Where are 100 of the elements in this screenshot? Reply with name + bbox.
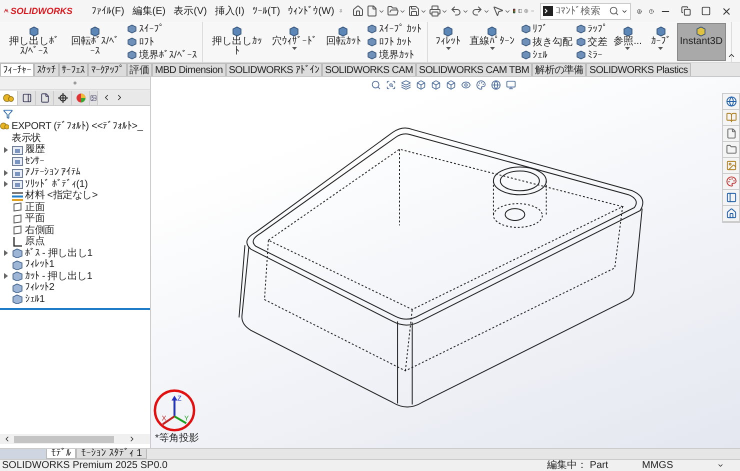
- pointer-icon[interactable]: [492, 5, 504, 17]
- tab[interactable]: SOLIDWORKS Plastics: [586, 63, 691, 76]
- undo-icon[interactable]: [450, 5, 462, 17]
- menu-item[interactable]: ﾌｧｲﾙ(F): [88, 4, 128, 18]
- tree-item[interactable]: 平面: [25, 213, 45, 224]
- caret-icon[interactable]: [378, 8, 386, 14]
- caret-icon[interactable]: [483, 8, 490, 14]
- search-field[interactable]: ｺﾏﾝﾄﾞ検索: [555, 6, 608, 16]
- scroll-right-icon[interactable]: [115, 93, 124, 102]
- config-tab[interactable]: [36, 90, 54, 104]
- tree-item[interactable]: ﾎﾞｽ - 押し出し1: [25, 248, 92, 259]
- ribbon-button[interactable]: Instant3D: [676, 23, 726, 61]
- ribbon-button[interactable]: 押し出しﾎﾞｽ/ﾍﾞｰｽ: [5, 23, 63, 61]
- task-pane-button[interactable]: [723, 94, 739, 110]
- ribbon-button[interactable]: 穴ｳｨｻﾞｰﾄﾞ: [268, 23, 320, 61]
- task-pane-button[interactable]: [723, 206, 739, 222]
- monitor-icon[interactable]: [506, 80, 516, 90]
- tree-item[interactable]: ﾌｨﾚｯﾄ1: [25, 259, 54, 270]
- tab[interactable]: SOLIDWORKS CAM: [322, 63, 416, 76]
- tree-item[interactable]: ｿﾘｯﾄﾞ ﾎﾞﾃﾞｨ(1): [25, 178, 88, 190]
- scroll-left-icon[interactable]: [102, 93, 111, 102]
- tab[interactable]: MBD Dimension: [152, 63, 226, 76]
- tab[interactable]: 評価: [126, 63, 152, 76]
- scrollbar-thumb[interactable]: [14, 436, 114, 442]
- tab[interactable]: ｽｹｯﾁ: [34, 63, 59, 76]
- tree-item[interactable]: ﾌｨﾚｯﾄ2: [25, 282, 54, 294]
- open-folder-icon[interactable]: [387, 5, 400, 17]
- tree-item[interactable]: ｶｯﾄ - 押し出し1: [25, 270, 92, 282]
- tab[interactable]: ﾓﾃﾞﾙ: [46, 449, 76, 459]
- menu-item[interactable]: 編集(E): [129, 3, 169, 19]
- ribbon-button[interactable]: ﾌｨﾚｯﾄ: [432, 23, 464, 61]
- task-pane-button[interactable]: [723, 174, 739, 190]
- display-tab[interactable]: [90, 90, 98, 104]
- ribbon-button[interactable]: 境界ｶｯﾄ: [366, 49, 422, 61]
- tab[interactable]: ﾏｰｸｱｯﾌﾟ: [88, 63, 127, 76]
- tree-item[interactable]: 材料 <指定なし>: [25, 190, 98, 202]
- menu-item[interactable]: 表示(V): [170, 3, 210, 19]
- grip-handle[interactable]: [73, 81, 77, 85]
- tree-item[interactable]: ｱﾉﾃｰｼｮﾝ ｱｲﾃﾑ: [25, 167, 80, 178]
- horizontal-scrollbar[interactable]: [0, 434, 150, 444]
- caret-icon[interactable]: [441, 8, 448, 14]
- zoom-area-icon[interactable]: [386, 80, 396, 90]
- ribbon-button[interactable]: ｼｪﾙ: [520, 49, 573, 61]
- zoom-icon[interactable]: [371, 80, 381, 90]
- ribbon-button[interactable]: ﾘﾌﾞ: [520, 23, 573, 35]
- tree-item[interactable]: 右側面: [25, 224, 54, 236]
- search-box[interactable]: ｺﾏﾝﾄﾞ検索: [540, 2, 632, 20]
- caret-icon[interactable]: [420, 8, 428, 14]
- filter-icon[interactable]: [3, 108, 13, 118]
- task-pane-button[interactable]: [723, 142, 739, 158]
- scroll-right-icon[interactable]: [128, 435, 136, 443]
- ribbon-button[interactable]: 交差: [576, 36, 608, 48]
- save-icon[interactable]: [408, 5, 420, 17]
- tree-item[interactable]: 正面: [25, 202, 45, 213]
- caret-icon[interactable]: [717, 462, 724, 469]
- tab[interactable]: ﾌｨｰﾁｬｰ: [0, 63, 34, 76]
- menu-item[interactable]: ｳｨﾝﾄﾞｳ(W): [285, 4, 338, 18]
- caret-icon[interactable]: [399, 8, 406, 14]
- ribbon-button[interactable]: 参照...: [610, 23, 645, 61]
- tab[interactable]: SOLIDWORKS ｱﾄﾞｲﾝ: [226, 63, 322, 76]
- task-pane-button[interactable]: [723, 158, 739, 174]
- redo-icon[interactable]: [471, 5, 484, 17]
- scroll-left-icon[interactable]: [3, 435, 11, 443]
- properties-tab[interactable]: [18, 90, 36, 104]
- ribbon-button[interactable]: 抜き勾配: [520, 36, 573, 48]
- ribbon-button[interactable]: 押し出しｶｯﾄ: [208, 23, 266, 61]
- ribbon-button[interactable]: ｽｲｰﾌﾟ: [127, 23, 197, 35]
- menu-item[interactable]: 挿入(I): [212, 3, 248, 19]
- ribbon-button[interactable]: 境界ﾎﾞｽ/ﾍﾞｰｽ: [127, 49, 197, 61]
- menu-item[interactable]: ﾂｰﾙ(T): [249, 4, 284, 18]
- ribbon-button[interactable]: 回転ｶｯﾄ: [322, 23, 364, 61]
- tree-item[interactable]: 原点: [25, 236, 45, 248]
- caret-icon[interactable]: [504, 8, 512, 14]
- palette-icon[interactable]: [476, 80, 486, 90]
- home-icon[interactable]: [352, 5, 364, 17]
- task-pane-button[interactable]: [723, 190, 739, 206]
- ribbon-button[interactable]: 直線ﾊﾟﾀｰﾝ: [466, 23, 518, 61]
- tab[interactable]: ｻｰﾌｪｽ: [58, 63, 88, 76]
- cube-icon[interactable]: [446, 80, 456, 90]
- ribbon-button[interactable]: ｽｲｰﾌﾟ ｶｯﾄ: [366, 23, 422, 35]
- ribbon-button[interactable]: ｶｰﾌﾞ: [648, 23, 674, 61]
- expand-arrow-icon[interactable]: [4, 273, 8, 280]
- caret-icon[interactable]: [462, 8, 470, 14]
- new-file-icon[interactable]: [366, 5, 378, 17]
- task-pane-button[interactable]: [723, 126, 739, 142]
- ribbon-button[interactable]: ﾛﾌﾄ: [127, 36, 197, 48]
- expand-arrow-icon[interactable]: [4, 250, 8, 256]
- tree-tab[interactable]: [0, 90, 18, 104]
- tab[interactable]: 解析の準備: [532, 63, 586, 76]
- ribbon-button[interactable]: 回転ﾎﾞｽ/ﾍﾞｰｽ: [66, 23, 124, 61]
- dimension-tab[interactable]: [54, 90, 72, 104]
- cube-icon[interactable]: [416, 80, 426, 90]
- ribbon-button[interactable]: ﾛﾌﾄ ｶｯﾄ: [366, 36, 422, 48]
- ribbon-button[interactable]: ﾗｯﾌﾟ: [576, 23, 608, 35]
- expand-arrow-icon[interactable]: [4, 146, 8, 153]
- cube-icon[interactable]: [431, 80, 441, 90]
- expand-arrow-icon[interactable]: [4, 170, 8, 176]
- ribbon-button[interactable]: ﾐﾗｰ: [576, 49, 608, 61]
- tab[interactable]: ﾓｰｼｮﾝ ｽﾀﾃﾞｨ 1: [76, 449, 148, 459]
- tab[interactable]: SOLIDWORKS CAM TBM: [416, 63, 532, 76]
